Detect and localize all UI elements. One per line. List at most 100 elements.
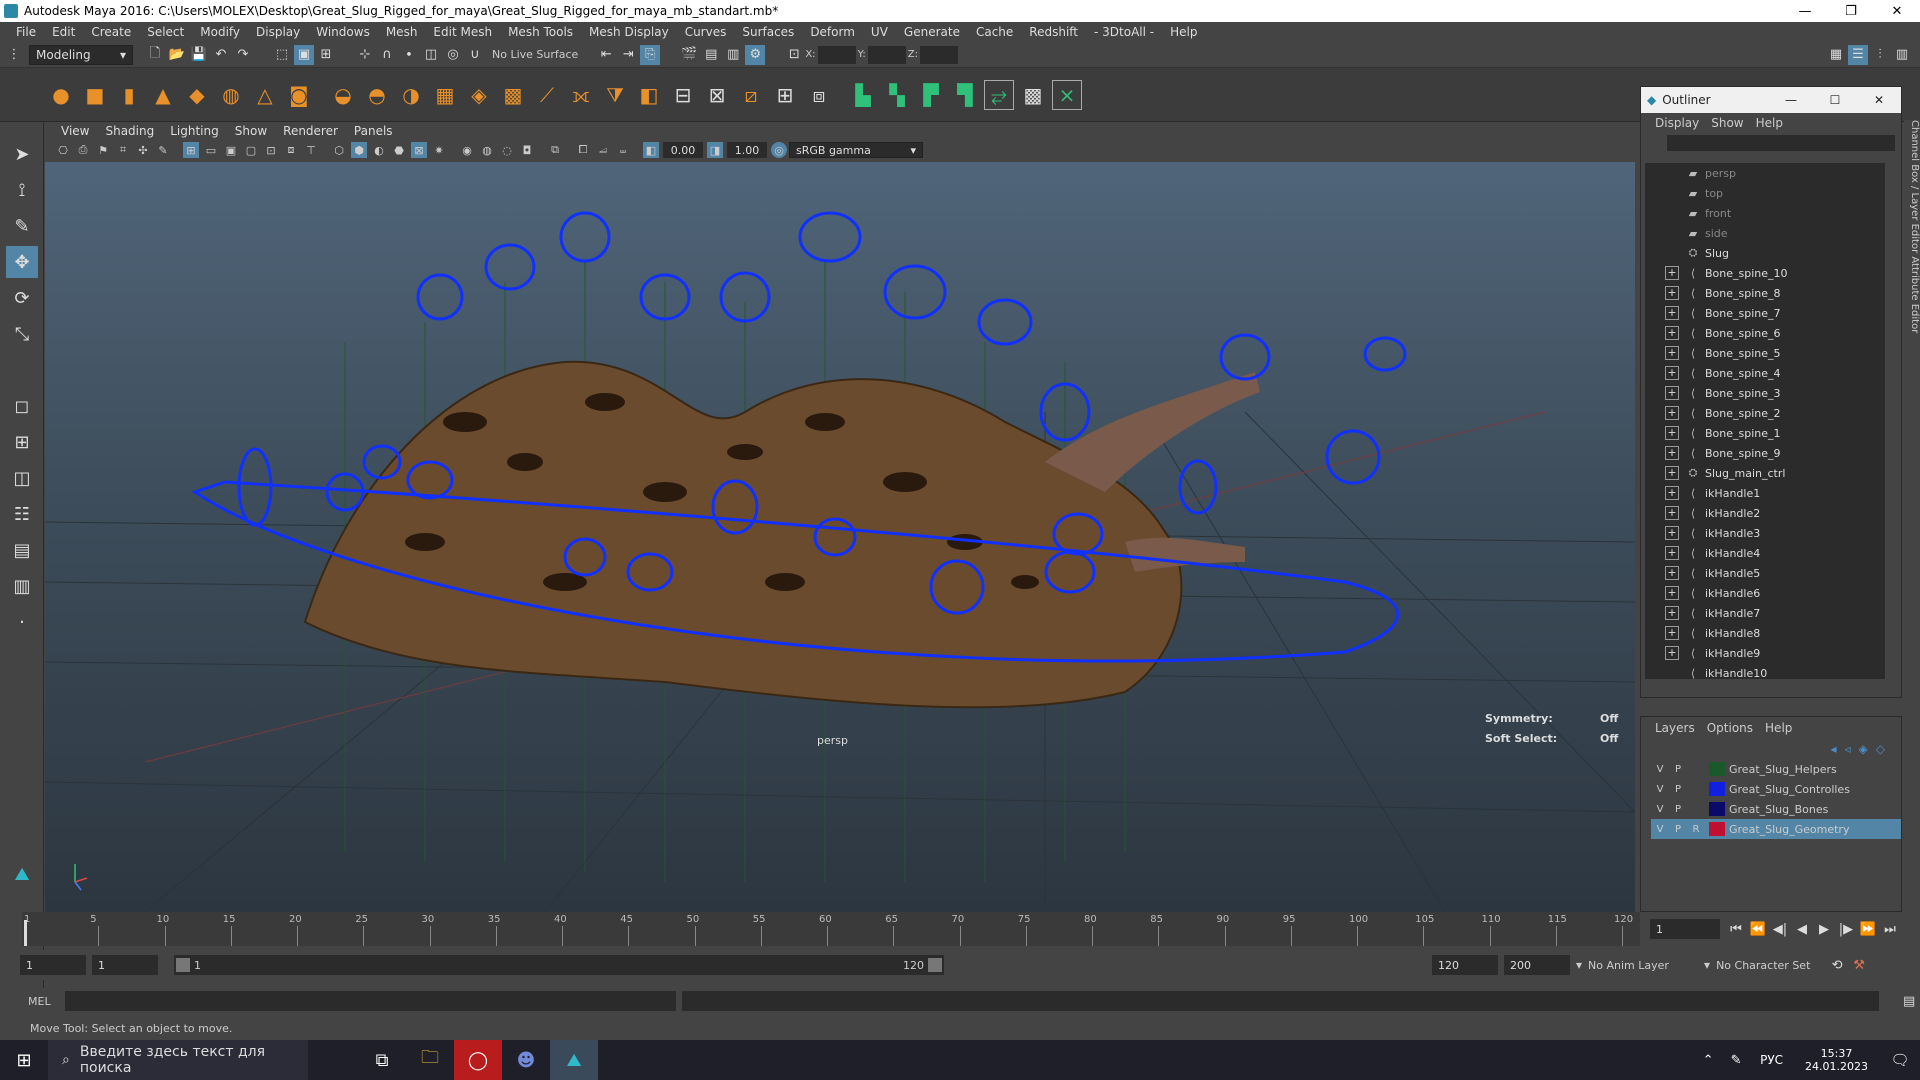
menu-edit-mesh[interactable]: Edit Mesh	[425, 25, 500, 39]
expand-icon[interactable]: +	[1665, 306, 1679, 320]
outliner-maximize-button[interactable]: ☐	[1813, 93, 1857, 107]
start-time-field[interactable]: 1	[20, 955, 86, 975]
input-ops-icon[interactable]: ⇤	[596, 45, 616, 65]
layer-color-swatch[interactable]	[1709, 782, 1725, 796]
hypershade-layout-icon[interactable]: ▥	[6, 570, 38, 602]
expand-icon[interactable]: +	[1665, 646, 1679, 660]
outliner-item[interactable]: ⛭ Slug	[1645, 243, 1885, 263]
make-live-icon[interactable]: ◎	[443, 45, 463, 65]
x-coordinate-field[interactable]	[817, 45, 856, 64]
menu-cache[interactable]: Cache	[968, 25, 1021, 39]
outliner-minimize-button[interactable]: —	[1769, 93, 1813, 107]
current-frame-field[interactable]: 1	[1650, 919, 1720, 939]
mel-label[interactable]: MEL	[28, 995, 51, 1008]
expand-icon[interactable]: +	[1665, 526, 1679, 540]
channel-box-toggle-icon[interactable]: ☰	[1848, 44, 1868, 65]
animation-prefs-icon[interactable]: ⚒	[1849, 955, 1869, 975]
expand-icon[interactable]: +	[1665, 286, 1679, 300]
layer-row[interactable]: V P Great_Slug_Bones	[1651, 799, 1901, 819]
color-management-icon[interactable]: ◎	[771, 142, 787, 158]
outliner-item[interactable]: + ⛭ Slug_main_ctrl	[1645, 463, 1885, 483]
notifications-icon[interactable]: 🗨	[1880, 1040, 1920, 1080]
range-slider[interactable]: 1 120	[174, 955, 944, 975]
outliner-item[interactable]: + ⟨ Bone_spine_8	[1645, 283, 1885, 303]
layers-menu-options[interactable]: Options	[1701, 721, 1759, 735]
outliner-item[interactable]: ▰ side	[1645, 223, 1885, 243]
layer-color-swatch[interactable]	[1709, 762, 1725, 776]
fill-hole-icon[interactable]: ◧	[634, 80, 664, 110]
expand-icon[interactable]: +	[1665, 466, 1679, 480]
viewport-menu-renderer[interactable]: Renderer	[275, 124, 346, 138]
menu-help[interactable]: Help	[1162, 25, 1205, 39]
outliner-menu-show[interactable]: Show	[1705, 116, 1749, 130]
uv-spherical-icon[interactable]: ▛	[916, 80, 946, 110]
outliner-item[interactable]: + ⟨ Bone_spine_6	[1645, 323, 1885, 343]
layers-menu-layers[interactable]: Layers	[1649, 721, 1701, 735]
menu-select[interactable]: Select	[139, 25, 192, 39]
extract-icon[interactable]: ◑	[396, 80, 426, 110]
menu-create[interactable]: Create	[83, 25, 139, 39]
task-view-icon[interactable]: ⧉	[358, 1040, 406, 1080]
render-settings-icon[interactable]: ⚙	[745, 44, 766, 65]
outliner-filter-input[interactable]	[1667, 135, 1895, 151]
viewport-menu-view[interactable]: View	[53, 124, 97, 138]
xform-mode-icon[interactable]: ⊡	[784, 45, 804, 65]
expand-icon[interactable]: +	[1665, 406, 1679, 420]
range-end-handle[interactable]	[928, 958, 942, 972]
freeze-transform-icon[interactable]: ⧈	[804, 80, 834, 110]
outliner-item[interactable]: + ⟨ Bone_spine_2	[1645, 403, 1885, 423]
new-layer-icon[interactable]: ◈	[1859, 742, 1868, 756]
outliner-item[interactable]: ▰ front	[1645, 203, 1885, 223]
bookmark-icon[interactable]: ⚑	[95, 142, 111, 158]
step-back-key-icon[interactable]: ⏪	[1748, 919, 1768, 939]
camera-attributes-icon[interactable]: ⎙	[75, 142, 91, 158]
save-scene-icon[interactable]: 💾	[189, 45, 209, 65]
expand-icon[interactable]: +	[1665, 446, 1679, 460]
use-lights-icon[interactable]: ✷	[431, 142, 447, 158]
expand-icon[interactable]: +	[1665, 606, 1679, 620]
uv-editor-icon[interactable]: ⥂	[984, 79, 1014, 110]
smooth-icon[interactable]: ▦	[430, 80, 460, 110]
layer-p-toggle[interactable]: P	[1669, 781, 1687, 797]
tool-settings-toggle-icon[interactable]: ⫶	[1870, 45, 1890, 65]
field-chart-icon[interactable]: ⊡	[263, 142, 279, 158]
outliner-item[interactable]: + ⟨ ikHandle6	[1645, 583, 1885, 603]
expand-icon[interactable]: +	[1665, 626, 1679, 640]
separate-icon[interactable]: ◓	[362, 80, 392, 110]
select-hierarchy-icon[interactable]: ⬚	[272, 45, 292, 65]
redo-icon[interactable]: ↷	[233, 45, 253, 65]
expand-icon[interactable]: +	[1665, 566, 1679, 580]
tray-chevron-up-icon[interactable]: ⌃	[1694, 1040, 1722, 1080]
menu-edit[interactable]: Edit	[44, 25, 83, 39]
viewport-menu-panels[interactable]: Panels	[346, 124, 401, 138]
render-frame-icon[interactable]: ▤	[701, 45, 721, 65]
windows-start-icon[interactable]: ⊞	[0, 1040, 48, 1080]
outliner-menu-help[interactable]: Help	[1750, 116, 1789, 130]
center-pivot-icon[interactable]: ⊞	[770, 80, 800, 110]
snap-grid-icon[interactable]: ⊹	[355, 45, 375, 65]
safe-action-icon[interactable]: ⧈	[283, 142, 299, 158]
menu-display[interactable]: Display	[248, 25, 308, 39]
gamma-icon[interactable]: ◨	[707, 142, 723, 158]
y-coordinate-field[interactable]	[867, 45, 906, 64]
maya-taskbar-icon[interactable]: ⛰	[550, 1040, 598, 1080]
menu-curves[interactable]: Curves	[677, 25, 735, 39]
outliner-item[interactable]: + ⟨ ikHandle8	[1645, 623, 1885, 643]
expand-icon[interactable]: +	[1665, 266, 1679, 280]
close-button[interactable]: ✕	[1874, 0, 1920, 22]
bevel-icon[interactable]: ⧩	[600, 80, 630, 110]
range-start-handle[interactable]	[176, 958, 190, 972]
layer-v-toggle[interactable]: V	[1651, 801, 1669, 817]
move-layer-down-icon[interactable]: ◃	[1845, 742, 1851, 756]
expand-icon[interactable]: +	[1665, 346, 1679, 360]
backface-icon[interactable]: ⧢	[615, 142, 631, 158]
clock[interactable]: 15:37 24.01.2023	[1805, 1047, 1868, 1073]
menu-surfaces[interactable]: Surfaces	[734, 25, 802, 39]
layout-options-icon[interactable]: ·	[6, 606, 38, 638]
menu-generate[interactable]: Generate	[896, 25, 968, 39]
expand-icon[interactable]: +	[1665, 546, 1679, 560]
auto-key-icon[interactable]: ⟲	[1827, 955, 1847, 975]
layer-p-toggle[interactable]: P	[1669, 821, 1687, 837]
layers-menu-help[interactable]: Help	[1759, 721, 1798, 735]
output-ops-icon[interactable]: ⇥	[618, 45, 638, 65]
